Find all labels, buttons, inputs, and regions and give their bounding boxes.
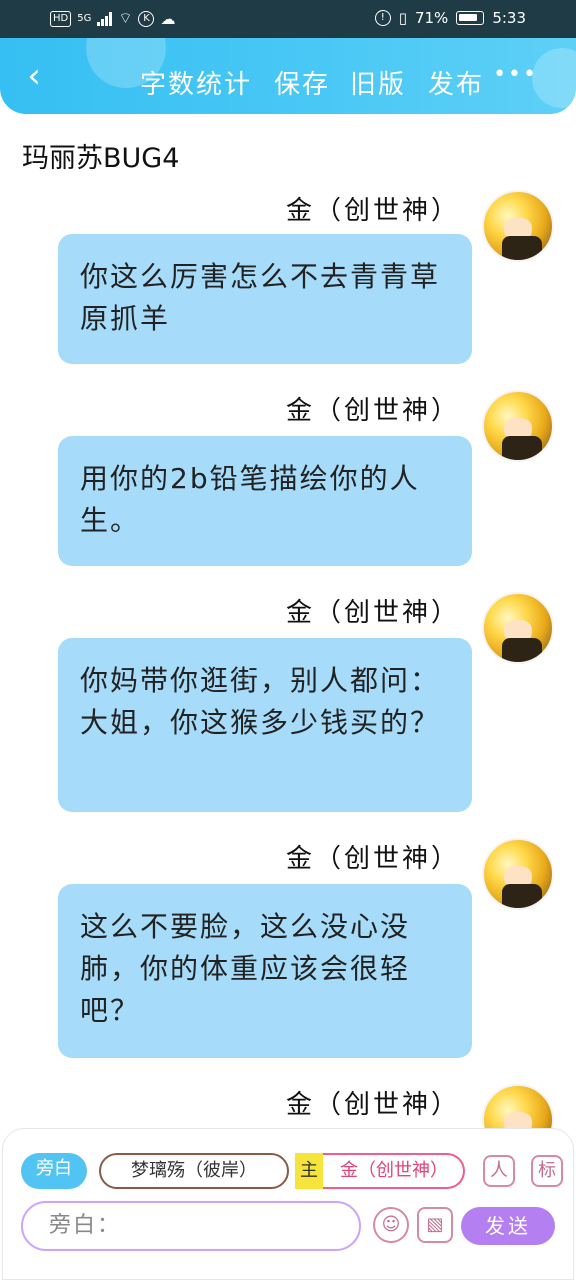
chat-title: 玛丽苏BUG4: [22, 143, 180, 174]
emoji-icon[interactable]: ☺: [373, 1207, 409, 1243]
chevron-left-icon: ‹: [27, 56, 41, 96]
alarm-icon: !: [374, 10, 391, 26]
back-button[interactable]: ‹: [18, 58, 50, 94]
speaker-name: 金（创世神）: [285, 598, 460, 628]
publish-button[interactable]: 发布: [428, 64, 484, 101]
message-bubble[interactable]: 你妈带你逛街，别人都问：大姐，你这猴多少钱买的？: [58, 638, 472, 812]
clock: 5:33: [492, 9, 526, 27]
decor-bubble: [532, 48, 576, 108]
main-role-tag: 主: [295, 1153, 323, 1189]
vibrate-icon: ▯: [398, 9, 407, 27]
battery-icon: [456, 11, 485, 25]
old-version-button[interactable]: 旧版: [350, 64, 406, 101]
more-menu-button[interactable]: •••: [493, 62, 538, 87]
image-icon[interactable]: ▧: [417, 1207, 453, 1243]
status-bar: HD 5G ⌔ K ☁ ! ▯ 71% 5:33: [0, 0, 576, 38]
status-right: ! ▯ 71% 5:33: [374, 9, 526, 27]
status-left: HD 5G ⌔ K ☁: [50, 9, 175, 28]
speaker-name: 金（创世神）: [285, 396, 460, 426]
wechat-icon: ☁: [160, 9, 176, 28]
send-button[interactable]: 发送: [461, 1207, 555, 1245]
speaker-name: 金（创世神）: [285, 1090, 460, 1120]
battery-percent: 71%: [414, 9, 449, 27]
speaker-name: 金（创世神）: [285, 844, 460, 874]
speaker-name: 金（创世神）: [285, 196, 460, 226]
signal-icon: [97, 11, 113, 26]
aside-role-chip[interactable]: 旁白: [21, 1153, 87, 1189]
tag-icon[interactable]: 标: [531, 1155, 563, 1187]
message-input[interactable]: 旁白：: [21, 1201, 361, 1251]
avatar[interactable]: [482, 592, 554, 664]
composer-panel: 旁白 梦璃殇（彼岸） 金（创世神） 主 人 标 旁白： ☺ ▧ 发送: [2, 1128, 574, 1280]
word-count-button[interactable]: 字数统计: [140, 64, 252, 101]
network-type: 5G: [77, 13, 92, 24]
notification-k-icon: K: [138, 10, 155, 27]
hd-indicator: HD: [50, 10, 72, 27]
role-chip-mengli[interactable]: 梦璃殇（彼岸）: [99, 1153, 289, 1189]
message-bubble[interactable]: 用你的2b铅笔描绘你的人生。: [58, 436, 472, 566]
save-button[interactable]: 保存: [274, 64, 330, 101]
avatar[interactable]: [482, 190, 554, 262]
message-bubble[interactable]: 你这么厉害怎么不去青青草原抓羊: [58, 234, 472, 364]
character-icon[interactable]: 人: [483, 1155, 515, 1187]
avatar[interactable]: [482, 390, 554, 462]
message-bubble[interactable]: 这么不要脸，这么没心没肺，你的体重应该会很轻吧？: [58, 884, 472, 1058]
top-bar: ‹ 字数统计 保存 旧版 发布 •••: [0, 38, 576, 114]
wifi-icon: ⌔: [118, 9, 133, 27]
avatar[interactable]: [482, 838, 554, 910]
